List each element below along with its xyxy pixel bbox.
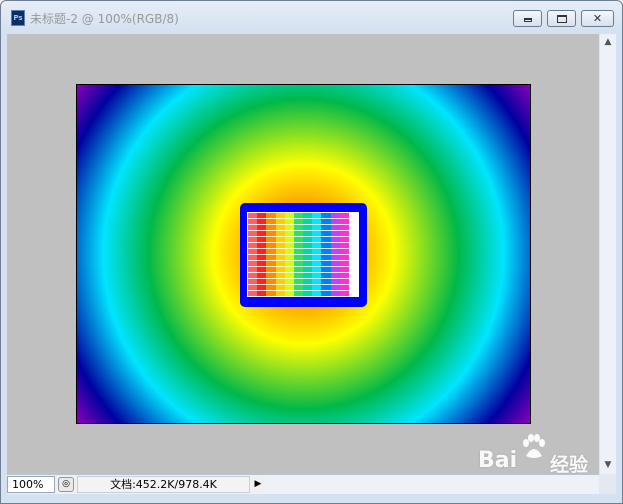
watermark-text-2: 经验 <box>550 454 589 476</box>
watermark-text: Bai <box>478 448 518 473</box>
status-menu-button[interactable]: ◎ <box>58 477 74 492</box>
document-size-info: 文档:452.2K/978.4K <box>77 476 250 493</box>
zoom-field[interactable]: 100% <box>7 476 55 493</box>
window-title: 未标题-2 @ 100%(RGB/8) <box>30 12 179 26</box>
blue-rectangle <box>240 203 367 307</box>
paw-icon <box>523 434 545 458</box>
photoshop-icon: Ps <box>11 10 25 26</box>
status-bar: 100% ◎ 文档:452.2K/978.4K ▶ <box>7 474 599 494</box>
record-icon: ◎ <box>62 479 70 489</box>
document-window: Ps 未标题-2 @ 100%(RGB/8) ✕ ▲ ▼ 100% ◎ 文档:4… <box>0 0 623 504</box>
status-menu-arrow-icon[interactable]: ▶ <box>252 477 264 492</box>
minimize-icon <box>514 11 541 26</box>
document-image[interactable] <box>76 84 531 424</box>
close-icon: ✕ <box>592 12 603 25</box>
baidu-jingyan-watermark: Bai 经验 <box>478 434 618 476</box>
scroll-up-icon[interactable]: ▲ <box>600 34 616 51</box>
canvas-area[interactable] <box>7 34 599 474</box>
close-button[interactable]: ✕ <box>581 10 614 27</box>
horizontal-scrollbar[interactable] <box>265 476 599 493</box>
title-bar[interactable]: Ps 未标题-2 @ 100%(RGB/8) ✕ <box>1 1 622 35</box>
resize-grip[interactable] <box>599 474 616 494</box>
maximize-button[interactable] <box>547 10 576 27</box>
vertical-scrollbar[interactable]: ▲ ▼ <box>599 34 616 474</box>
maximize-icon <box>548 11 575 26</box>
minimize-button[interactable] <box>513 10 542 27</box>
stripe-grid-lines <box>248 213 358 296</box>
